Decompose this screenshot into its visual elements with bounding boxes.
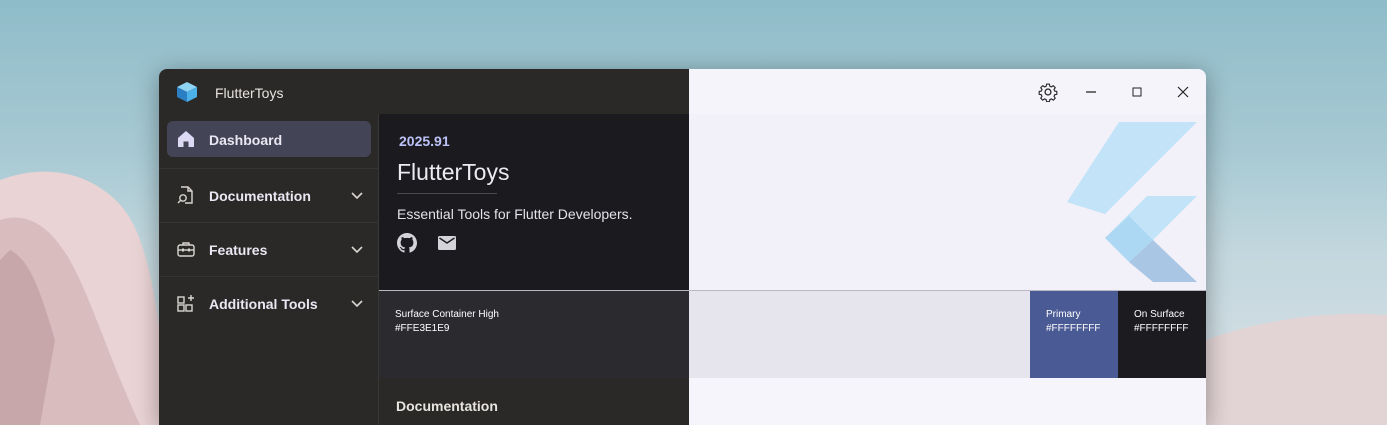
mail-icon[interactable] — [437, 233, 457, 253]
page-title: FlutterToys — [397, 159, 510, 185]
section-heading: Documentation — [396, 398, 498, 414]
swatch-hex: #FFE3E1E9 — [395, 323, 450, 334]
flutter-logo-icon — [1067, 122, 1197, 282]
page-subtitle: Essential Tools for Flutter Developers. — [397, 206, 633, 222]
swatch-name: Surface Container High — [395, 309, 499, 320]
home-icon — [178, 131, 194, 147]
sidebar-item-label: Additional Tools — [209, 296, 318, 312]
primary-color-swatch: Primary #FFFFFFFF — [1030, 291, 1118, 378]
sidebar-item-documentation[interactable]: Documentation — [167, 177, 371, 213]
main-content: 2025.91 FlutterToys Essential Tools for … — [379, 114, 1206, 425]
app-logo-icon — [177, 82, 197, 102]
chevron-down-icon[interactable] — [349, 241, 365, 257]
section-background — [689, 378, 1206, 425]
close-button[interactable] — [1170, 79, 1196, 105]
gear-icon — [1038, 83, 1058, 102]
sidebar-item-dashboard[interactable]: Dashboard — [167, 121, 371, 157]
surface-color-swatch: Surface Container High #FFE3E1E9 — [379, 291, 689, 378]
documentation-section: Documentation — [379, 378, 689, 425]
sidebar: Dashboard Documentation Features Additio… — [159, 114, 379, 425]
app-title: FlutterToys — [215, 85, 284, 101]
surface-preview — [689, 291, 1030, 378]
add-apps-icon — [177, 295, 194, 312]
github-icon[interactable] — [397, 233, 417, 253]
close-icon — [1177, 86, 1189, 98]
chevron-down-icon[interactable] — [349, 187, 365, 203]
sidebar-item-label: Documentation — [209, 188, 311, 204]
on-surface-color-swatch: On Surface #FFFFFFFF — [1118, 291, 1206, 378]
hero-panel: 2025.91 FlutterToys Essential Tools for … — [379, 114, 689, 290]
swatch-name: On Surface — [1134, 309, 1185, 320]
swatch-hex: #FFFFFFFF — [1134, 323, 1189, 334]
sidebar-item-label: Features — [209, 242, 268, 258]
maximize-button[interactable] — [1124, 79, 1150, 105]
app-window: FlutterToys Dashboard Documentation Feat… — [159, 69, 1206, 425]
maximize-icon — [1132, 87, 1142, 97]
minimize-icon — [1086, 91, 1096, 93]
settings-button[interactable] — [1035, 79, 1061, 105]
swatch-name: Primary — [1046, 309, 1081, 320]
hero-banner — [689, 114, 1206, 290]
title-bar[interactable]: FlutterToys — [159, 69, 1206, 114]
document-search-icon — [177, 186, 193, 204]
swatch-hex: #FFFFFFFF — [1046, 323, 1101, 334]
minimize-button[interactable] — [1078, 79, 1104, 105]
sidebar-item-additional-tools[interactable]: Additional Tools — [167, 285, 371, 321]
version-label: 2025.91 — [399, 133, 450, 149]
sidebar-item-label: Dashboard — [209, 132, 283, 148]
toolbox-icon — [177, 242, 195, 257]
sidebar-item-features[interactable]: Features — [167, 231, 371, 267]
chevron-down-icon[interactable] — [349, 295, 365, 311]
